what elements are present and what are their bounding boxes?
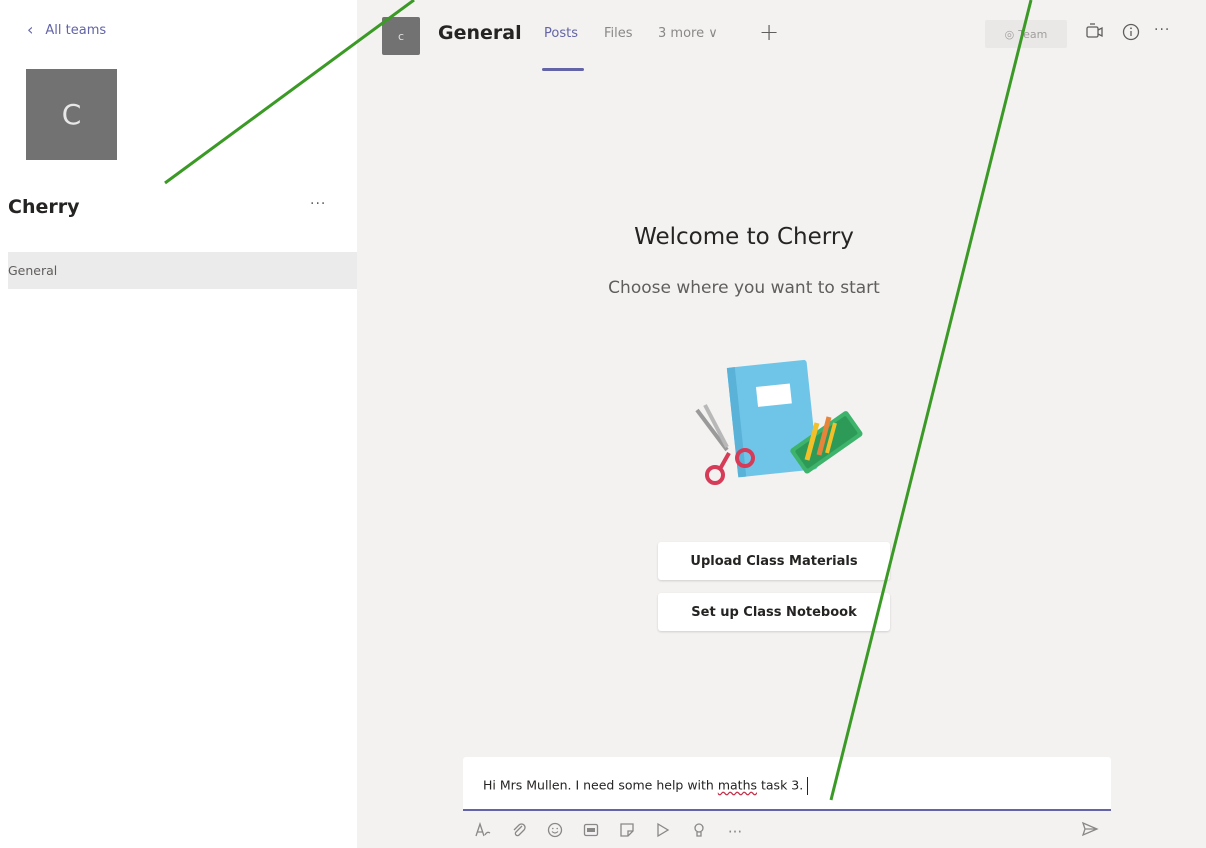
setup-class-notebook-button[interactable]: Set up Class Notebook [658,593,890,631]
channel-item-general[interactable]: General [8,252,357,289]
class-materials-illustration [687,355,867,499]
message-text-end: task 3. [757,777,804,793]
sticker-icon[interactable] [616,822,638,842]
channel-header: c General Posts Files 3 more ∨ + ◎ Team … [357,0,1206,76]
add-tab-button[interactable]: + [759,18,779,46]
message-compose-box[interactable]: Hi Mrs Mullen. I need some help with mat… [463,757,1111,811]
welcome-subtitle: Choose where you want to start [608,278,880,298]
team-button[interactable]: ◎ Team [985,20,1067,48]
praise-icon[interactable] [688,822,710,842]
team-avatar: C [26,69,117,160]
team-icon: ◎ [1004,27,1015,41]
message-text-start: Hi Mrs Mullen. I need some help with [483,777,718,793]
team-more-options-icon[interactable]: ··· [310,196,326,212]
message-text-misspelled: maths [717,777,758,793]
upload-class-materials-button[interactable]: Upload Class Materials [658,542,890,580]
send-icon[interactable] [1081,821,1099,841]
tab-files[interactable]: Files [604,26,633,41]
compose-toolbar: ··· [472,820,746,844]
meet-icon[interactable] [652,822,674,842]
all-teams-link[interactable]: ‹ All teams [27,22,106,38]
welcome-title: Welcome to Cherry [634,224,854,250]
tab-posts[interactable]: Posts [544,26,578,41]
all-teams-label: All teams [45,22,107,38]
team-sidebar: ‹ All teams C Cherry ··· General [0,0,357,848]
text-caret [807,777,809,795]
channel-item-label: General [8,263,58,278]
format-icon[interactable] [472,821,494,842]
message-input[interactable]: Hi Mrs Mullen. I need some help with mat… [483,777,809,795]
team-button-label: Team [1018,27,1048,41]
channel-title: General [438,22,522,44]
channel-avatar: c [382,17,420,55]
channel-more-options-icon[interactable]: ··· [1154,22,1170,38]
info-icon[interactable] [1121,22,1141,46]
chevron-left-icon: ‹ [27,20,34,39]
emoji-icon[interactable] [544,822,566,842]
team-name: Cherry [8,196,80,218]
attach-icon[interactable] [508,822,530,842]
gif-icon[interactable] [580,822,602,842]
active-tab-indicator [542,68,584,71]
channel-main: c General Posts Files 3 more ∨ + ◎ Team … [357,0,1206,848]
tab-more[interactable]: 3 more ∨ [658,26,718,41]
meet-now-icon[interactable] [1084,22,1106,46]
more-options-icon[interactable]: ··· [724,823,746,841]
